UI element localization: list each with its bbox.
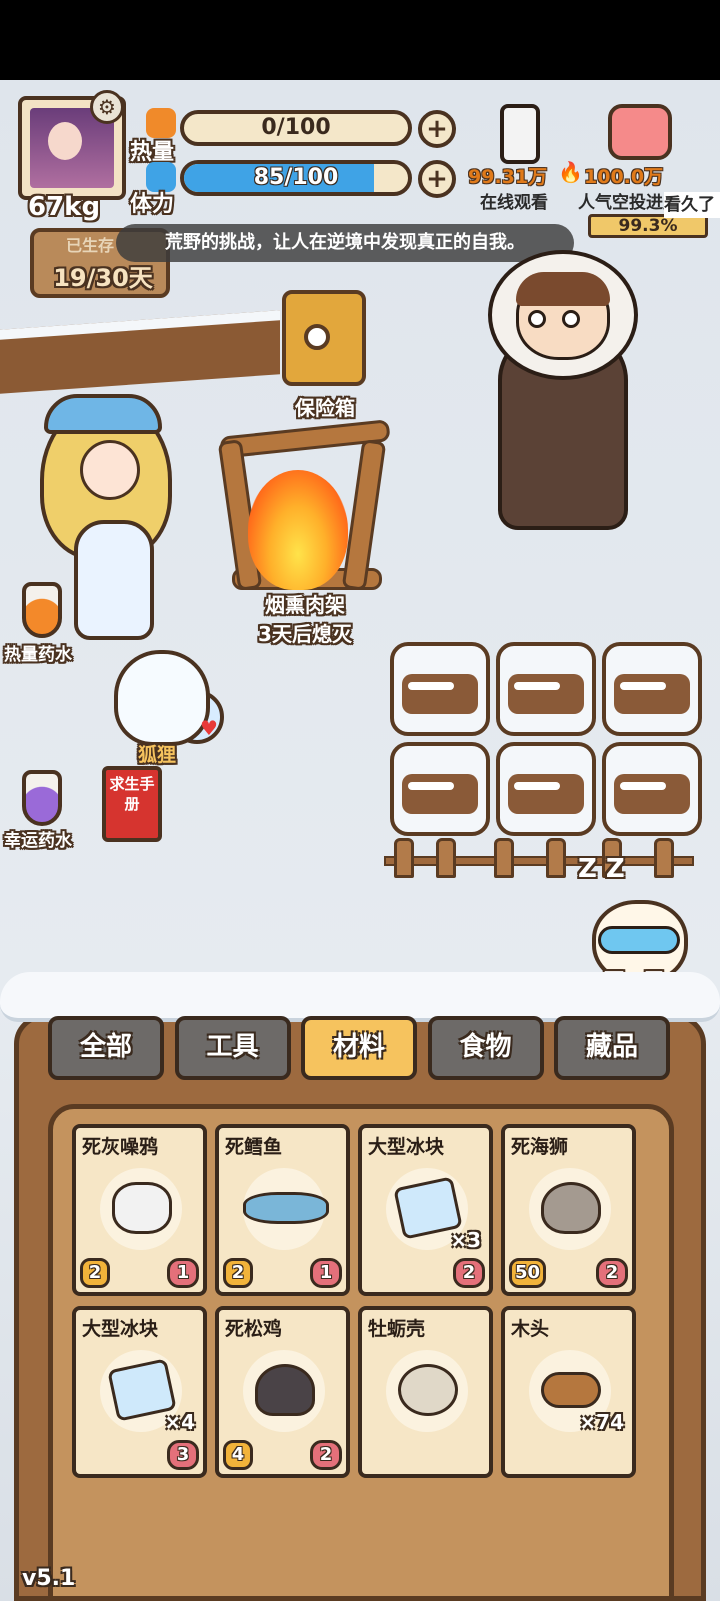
farm-plot[interactable] bbox=[390, 742, 490, 836]
manual-label: 求生手册 bbox=[109, 775, 155, 813]
safe-dial-icon bbox=[304, 324, 330, 350]
item-name: 死灰噪鸦 bbox=[82, 1136, 159, 1158]
viewers-label: 在线观看 bbox=[480, 193, 548, 213]
tab-collectibles[interactable]: 藏品 bbox=[554, 1016, 670, 1080]
fire-status: 3天后熄灭 bbox=[258, 622, 352, 646]
weight-badge: 2 bbox=[596, 1258, 628, 1288]
side-hint[interactable]: 看久了 bbox=[664, 192, 720, 218]
girl-hat bbox=[44, 394, 162, 434]
oyster-shell-icon bbox=[398, 1364, 458, 1416]
sea-lion-icon bbox=[541, 1182, 601, 1234]
stamina-label: 体力 bbox=[130, 192, 175, 217]
item-card[interactable]: 死海狮 50 2 bbox=[501, 1124, 636, 1296]
item-name: 死鳕鱼 bbox=[225, 1136, 283, 1158]
luck-potion-icon[interactable] bbox=[22, 770, 62, 826]
item-name: 大型冰块 bbox=[368, 1136, 445, 1158]
eye-icon bbox=[562, 310, 580, 328]
item-card[interactable]: 大型冰块 ×4 3 bbox=[72, 1306, 207, 1478]
item-card[interactable]: 死灰噪鸦 2 1 bbox=[72, 1124, 207, 1296]
item-card[interactable]: 大型冰块 ×3 2 bbox=[358, 1124, 493, 1296]
add-stamina-button[interactable]: + bbox=[418, 160, 456, 198]
heat-value-badge: 4 bbox=[223, 1440, 253, 1470]
farm-plot[interactable] bbox=[602, 742, 702, 836]
stamina-bar: 85/100 bbox=[180, 160, 412, 196]
heart-icon: ♥ bbox=[200, 716, 218, 740]
heat-value-badge: 2 bbox=[80, 1258, 110, 1288]
fire-icon: 🔥 bbox=[558, 160, 583, 184]
item-quantity: ×74 bbox=[579, 1410, 624, 1434]
farm-plot[interactable] bbox=[602, 642, 702, 736]
game-scene: ⚙ 67kg 热量 0/100 + 体力 85/100 + 99.31万 🔥 1… bbox=[0, 80, 720, 1601]
campfire-flame-icon[interactable] bbox=[248, 470, 348, 590]
item-name: 大型冰块 bbox=[82, 1318, 159, 1340]
fox-label: 狐狸 bbox=[138, 744, 177, 766]
message-toast: 荒野的挑战，让人在逆境中发现真正的自我。 bbox=[116, 224, 574, 262]
settings-gear-icon[interactable]: ⚙ bbox=[90, 90, 124, 124]
survival-label: 已生存 bbox=[66, 236, 115, 255]
survivor-hair bbox=[516, 272, 610, 306]
weight-badge: 1 bbox=[167, 1258, 199, 1288]
fish-icon bbox=[243, 1192, 329, 1224]
tab-food[interactable]: 食物 bbox=[427, 1016, 544, 1080]
gift-airdrop-icon[interactable] bbox=[608, 104, 672, 160]
viewer-count: 99.31万 bbox=[468, 166, 548, 188]
cabinet-snow bbox=[0, 972, 720, 1022]
crow-icon bbox=[112, 1182, 172, 1234]
farm-plot[interactable] bbox=[496, 742, 596, 836]
girl-dress bbox=[74, 520, 154, 640]
item-name: 木头 bbox=[511, 1318, 550, 1340]
heat-bar: 0/100 bbox=[180, 110, 412, 146]
item-name: 死海狮 bbox=[511, 1136, 569, 1158]
rack-post bbox=[341, 439, 387, 591]
heat-potion-label: 热量药水 bbox=[4, 645, 72, 665]
farm-plot[interactable] bbox=[390, 642, 490, 736]
item-card[interactable]: 死鳕鱼 2 1 bbox=[215, 1124, 350, 1296]
version-label: v5.1 bbox=[22, 1566, 76, 1591]
weight-badge: 3 bbox=[167, 1440, 199, 1470]
item-card[interactable]: 死松鸡 4 2 bbox=[215, 1306, 350, 1478]
item-quantity: ×3 bbox=[450, 1228, 481, 1252]
stamina-value: 85/100 bbox=[253, 165, 339, 190]
live-camera-icon[interactable] bbox=[500, 104, 540, 164]
item-grid: 死灰噪鸦 2 1 死鳕鱼 2 1 大型冰块 ×3 2 死海狮 50 2 大型冰块… bbox=[72, 1124, 648, 1478]
grouse-icon bbox=[255, 1364, 315, 1416]
item-name: 牡蛎壳 bbox=[368, 1318, 426, 1340]
item-quantity: ×4 bbox=[164, 1410, 195, 1434]
inventory-tabs: 全部 工具 材料 食物 藏品 bbox=[48, 1016, 670, 1082]
fire-label: 烟熏肉架 bbox=[265, 593, 345, 617]
tab-tools[interactable]: 工具 bbox=[174, 1016, 291, 1080]
item-name: 死松鸡 bbox=[225, 1318, 283, 1340]
girl-face bbox=[80, 440, 140, 500]
farm-plot[interactable] bbox=[496, 642, 596, 736]
weight-badge: 2 bbox=[310, 1440, 342, 1470]
tab-materials[interactable]: 材料 bbox=[301, 1016, 417, 1080]
luck-potion-label: 幸运药水 bbox=[4, 831, 72, 851]
heat-potion-icon[interactable] bbox=[22, 582, 62, 638]
weight-badge: 1 bbox=[310, 1258, 342, 1288]
weight-badge: 2 bbox=[453, 1258, 485, 1288]
item-card[interactable]: 牡蛎壳 bbox=[358, 1306, 493, 1478]
heat-value-badge: 2 bbox=[223, 1258, 253, 1288]
wooden-fence bbox=[384, 838, 694, 878]
fox-pet[interactable] bbox=[114, 650, 210, 746]
add-heat-button[interactable]: + bbox=[418, 110, 456, 148]
player-weight: 67kg bbox=[28, 192, 101, 222]
sleep-zzz: Z Z bbox=[578, 854, 625, 884]
wood-log-icon bbox=[541, 1372, 601, 1408]
safe-label: 保险箱 bbox=[295, 396, 355, 420]
survival-days: 19/30天 bbox=[53, 264, 153, 292]
sleep-mask-icon bbox=[598, 926, 680, 954]
item-card[interactable]: 木头 ×74 bbox=[501, 1306, 636, 1478]
tab-all[interactable]: 全部 bbox=[48, 1016, 164, 1080]
hut-roof bbox=[0, 310, 280, 394]
popularity-count: 100.0万 bbox=[584, 166, 664, 188]
eye-icon bbox=[528, 310, 546, 328]
heat-value: 0/100 bbox=[261, 115, 331, 140]
heat-value-badge: 50 bbox=[509, 1258, 547, 1288]
